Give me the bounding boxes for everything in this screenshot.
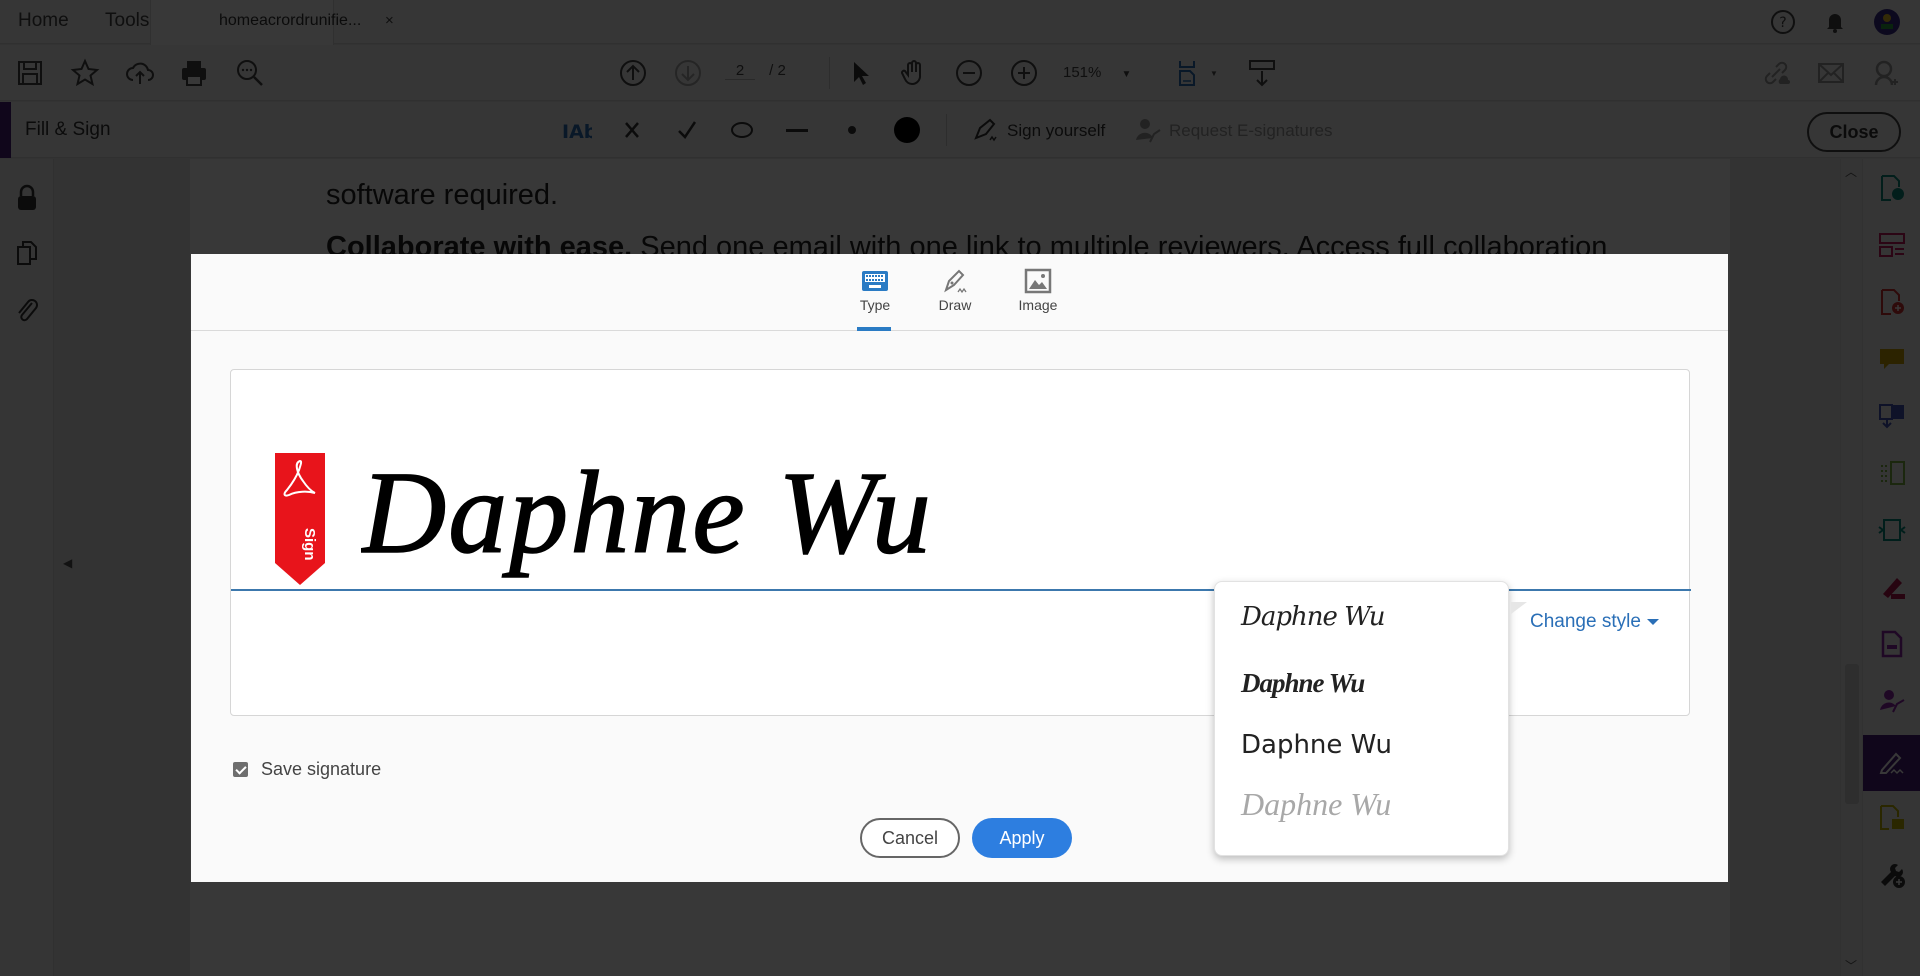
keyboard-icon (862, 271, 888, 291)
save-signature-label: Save signature (261, 759, 382, 779)
style-option[interactable]: Daphne Wu (1241, 668, 1365, 699)
change-style-label: Change style (1530, 611, 1641, 632)
change-style-dropdown[interactable]: Change style (1530, 611, 1659, 633)
save-signature-checkbox[interactable] (233, 762, 248, 777)
tab-draw-label: Draw (938, 297, 972, 313)
image-icon (1024, 268, 1052, 294)
caret-down-icon (1646, 618, 1659, 625)
acrobat-window: Home Tools homeacrordrunifie... × ? 2 / … (0, 0, 1920, 976)
adobe-sign-tag-icon: Sign (275, 453, 325, 585)
pen-draw-icon (944, 269, 967, 294)
signature-preview: Daphne Wu (361, 446, 933, 579)
signature-text: Daphne Wu (361, 447, 933, 578)
cancel-button[interactable]: Cancel (860, 818, 960, 858)
tab-type[interactable]: Type (845, 268, 905, 331)
active-tab-indicator (857, 327, 891, 331)
sign-tag-label: Sign (301, 528, 318, 561)
apply-button[interactable]: Apply (972, 818, 1072, 858)
tab-draw[interactable]: Draw (925, 268, 985, 331)
signature-style-menu: Daphne Wu Daphne Wu Daphne Wu Daphne Wu (1214, 581, 1527, 856)
save-signature-option[interactable]: Save signature (233, 759, 381, 780)
style-option[interactable]: Daphne Wu (1241, 786, 1391, 823)
signature-method-tabs: Type Draw Image (191, 254, 1728, 331)
menu-pointer (1511, 602, 1527, 614)
style-option[interactable]: Daphne Wu (1241, 730, 1392, 760)
tab-image[interactable]: Image (1008, 268, 1068, 331)
style-option[interactable]: Daphne Wu (1241, 602, 1386, 632)
tab-type-label: Type (859, 297, 891, 313)
tab-image-label: Image (1018, 297, 1058, 313)
